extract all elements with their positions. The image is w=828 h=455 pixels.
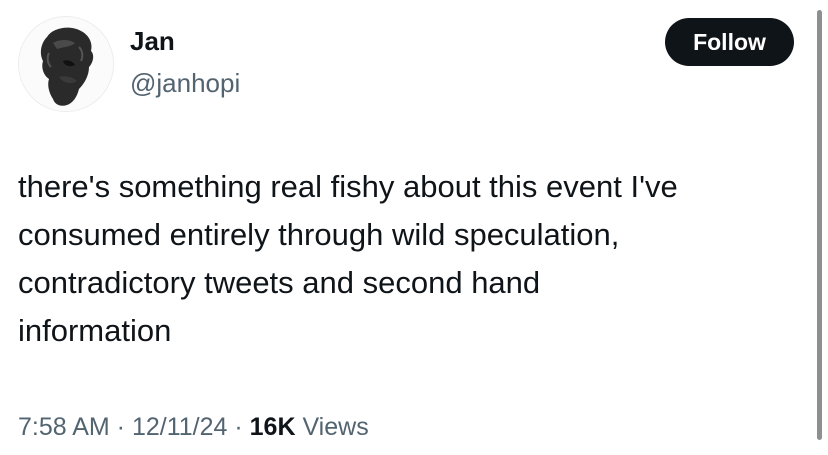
tweet-date[interactable]: 12/11/24 [132, 413, 227, 441]
tweet-time[interactable]: 7:58 AM [18, 413, 110, 441]
tweet-text-line: consumed entirely through wild speculati… [18, 217, 620, 252]
sculpture-head-icon [19, 17, 113, 111]
follow-button[interactable]: Follow [665, 18, 794, 66]
avatar[interactable] [18, 16, 114, 112]
tweet-text-line: there's something real fishy about this … [18, 169, 678, 204]
scrollbar[interactable] [817, 10, 822, 440]
meta-separator: · [109, 413, 132, 441]
tweet-text-line: information [18, 313, 172, 348]
views-count[interactable]: 16K [250, 413, 296, 441]
tweet-card: Jan @janhopi Follow there's something re… [0, 0, 828, 455]
user-handle[interactable]: @janhopi [130, 66, 240, 100]
tweet-text-line: contradictory tweets and second hand [18, 265, 541, 300]
display-name[interactable]: Jan [130, 24, 175, 58]
views-label[interactable]: Views [296, 413, 368, 441]
tweet-text: there's something real fishy about this … [18, 163, 808, 355]
tweet-meta: 7:58 AM · 12/11/24 · 16K Views [18, 409, 369, 445]
meta-separator: · [227, 413, 250, 441]
